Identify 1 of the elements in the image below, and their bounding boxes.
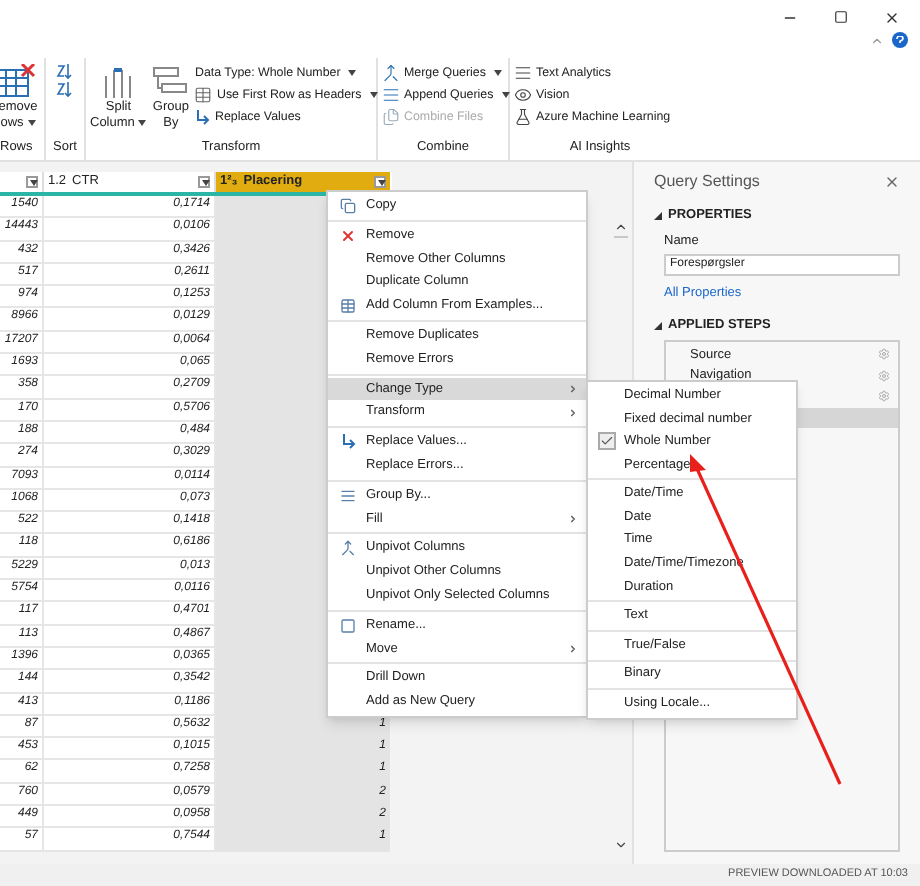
pane-title: Query Settings bbox=[654, 170, 760, 194]
